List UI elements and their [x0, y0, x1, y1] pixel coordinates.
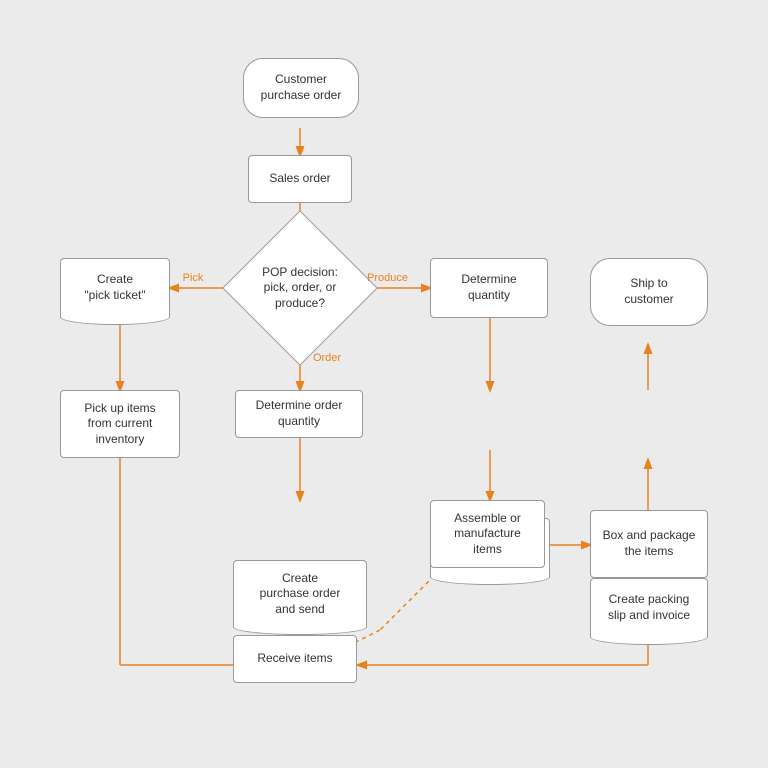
- sales-order-label: Sales order: [269, 171, 330, 187]
- box-package-node: Box and packagethe items: [590, 510, 708, 578]
- ship-to-customer-label: Ship tocustomer: [624, 276, 673, 307]
- box-package-label: Box and packagethe items: [603, 528, 696, 559]
- receive-items-node: Receive items: [233, 635, 357, 683]
- sales-order-node: Sales order: [248, 155, 352, 203]
- flowchart-diagram: Customerpurchase order Sales order POP d…: [0, 0, 768, 768]
- pick-label: Pick: [173, 268, 213, 288]
- create-po-send-node: Createpurchase orderand send: [233, 560, 367, 628]
- create-pick-ticket-label: Create"pick ticket": [84, 272, 145, 303]
- ship-to-customer-node: Ship tocustomer: [590, 258, 708, 326]
- create-po-send-label: Createpurchase orderand send: [260, 571, 341, 618]
- pick-up-items-label: Pick up itemsfrom currentinventory: [84, 401, 155, 448]
- assemble-items-node: Assemble ormanufactureitems: [430, 500, 545, 568]
- pick-up-items-node: Pick up itemsfrom currentinventory: [60, 390, 180, 458]
- customer-po-label: Customerpurchase order: [261, 72, 342, 103]
- pop-decision-label: POP decision:pick, order, orproduce?: [255, 265, 345, 312]
- assemble-items-label: Assemble ormanufactureitems: [454, 511, 521, 558]
- determine-order-qty-label: Determine orderquantity: [256, 398, 343, 429]
- receive-items-label: Receive items: [257, 651, 332, 667]
- determine-order-qty-node: Determine orderquantity: [235, 390, 363, 438]
- pop-decision-node: POP decision:pick, order, orproduce?: [190, 233, 410, 343]
- customer-po-node: Customerpurchase order: [243, 58, 359, 118]
- create-packing-slip-label: Create packingslip and invoice: [608, 592, 690, 623]
- determine-qty-label: Determinequantity: [461, 272, 516, 303]
- create-packing-slip-node: Create packingslip and invoice: [590, 578, 708, 638]
- produce-label: Produce: [360, 268, 415, 288]
- create-pick-ticket-node: Create"pick ticket": [60, 258, 170, 318]
- determine-qty-node: Determinequantity: [430, 258, 548, 318]
- order-label: Order: [307, 348, 347, 368]
